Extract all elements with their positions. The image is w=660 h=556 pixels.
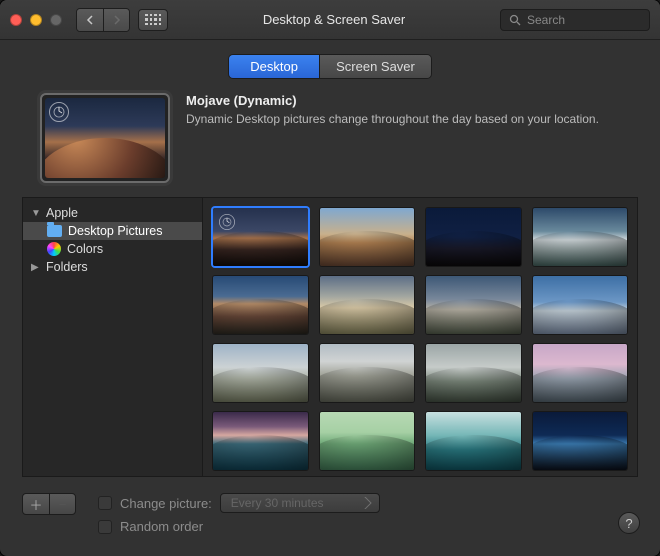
- sidebar-group-label: Folders: [46, 260, 88, 274]
- grid-icon: [145, 14, 161, 26]
- sidebar-group-label: Apple: [46, 206, 78, 220]
- sidebar-item-label: Desktop Pictures: [68, 224, 162, 238]
- wallpaper-thumbnail[interactable]: [426, 208, 521, 266]
- random-order-label: Random order: [120, 519, 203, 534]
- wallpaper-thumbnail[interactable]: [213, 276, 308, 334]
- tab-desktop[interactable]: Desktop: [229, 55, 319, 78]
- sidebar-group[interactable]: ▶ Folders: [23, 258, 202, 276]
- sidebar-item[interactable]: Desktop Pictures: [23, 222, 202, 240]
- preview-text: Mojave (Dynamic) Dynamic Desktop picture…: [186, 93, 599, 183]
- random-order-row: Random order: [98, 519, 638, 534]
- content-split: ▼ Apple Desktop Pictures Colors ▶ Folders: [22, 197, 638, 477]
- thumbnail-grid: [213, 208, 627, 470]
- disclosure-down-icon[interactable]: ▼: [31, 208, 40, 219]
- folder-icon: [47, 225, 62, 237]
- wallpaper-thumbnail[interactable]: [426, 344, 521, 402]
- wallpaper-thumbnail[interactable]: [320, 276, 415, 334]
- window-title: Desktop & Screen Saver: [176, 12, 492, 27]
- wallpaper-thumbnail[interactable]: [320, 208, 415, 266]
- sidebar-item-label: Colors: [67, 242, 103, 256]
- chevron-right-icon: [113, 15, 121, 25]
- current-wallpaper-name: Mojave (Dynamic): [186, 93, 599, 108]
- search-icon: [509, 14, 521, 26]
- change-picture-checkbox[interactable]: [98, 496, 112, 510]
- nav-back-forward: [76, 8, 130, 32]
- titlebar: Desktop & Screen Saver Search: [0, 0, 660, 40]
- change-picture-row: Change picture: Every 30 minutes: [98, 493, 638, 513]
- wallpaper-thumbnail[interactable]: [320, 344, 415, 402]
- preview-image: [45, 98, 165, 178]
- wallpaper-thumbnail[interactable]: [426, 276, 521, 334]
- disclosure-right-icon[interactable]: ▶: [31, 262, 40, 273]
- wallpaper-thumbnail[interactable]: [213, 344, 308, 402]
- thumbnail-pane[interactable]: [203, 198, 637, 476]
- wallpaper-thumbnail[interactable]: [533, 276, 628, 334]
- wallpaper-thumbnail[interactable]: [533, 412, 628, 470]
- random-order-checkbox[interactable]: [98, 520, 112, 534]
- search-placeholder: Search: [527, 13, 565, 27]
- source-sidebar[interactable]: ▼ Apple Desktop Pictures Colors ▶ Folders: [23, 198, 203, 476]
- change-interval-value: Every 30 minutes: [231, 496, 324, 510]
- back-button[interactable]: [77, 9, 103, 31]
- sidebar-item[interactable]: Colors: [23, 240, 202, 258]
- zoom-button[interactable]: [50, 14, 62, 26]
- tab-segmented-control: Desktop Screen Saver: [228, 54, 432, 79]
- tab-screensaver[interactable]: Screen Saver: [319, 55, 431, 78]
- tab-row: Desktop Screen Saver: [0, 40, 660, 89]
- add-source-button[interactable]: ＋: [23, 494, 49, 514]
- wallpaper-thumbnail[interactable]: [533, 344, 628, 402]
- minimize-button[interactable]: [30, 14, 42, 26]
- change-interval-select[interactable]: Every 30 minutes: [220, 493, 380, 513]
- wallpaper-thumbnail[interactable]: [213, 208, 308, 266]
- wallpaper-thumbnail[interactable]: [320, 412, 415, 470]
- show-all-button[interactable]: [138, 9, 168, 31]
- current-wallpaper-description: Dynamic Desktop pictures change througho…: [186, 112, 599, 126]
- forward-button[interactable]: [103, 9, 129, 31]
- search-field[interactable]: Search: [500, 9, 650, 31]
- sidebar-group[interactable]: ▼ Apple: [23, 204, 202, 222]
- current-preview: Mojave (Dynamic) Dynamic Desktop picture…: [0, 89, 660, 197]
- chevron-left-icon: [86, 15, 94, 25]
- wallpaper-thumbnail[interactable]: [426, 412, 521, 470]
- color-wheel-icon: [47, 242, 61, 256]
- preview-thumbnail: [40, 93, 170, 183]
- wallpaper-thumbnail[interactable]: [533, 208, 628, 266]
- preferences-window: Desktop & Screen Saver Search Desktop Sc…: [0, 0, 660, 556]
- help-button[interactable]: ?: [618, 512, 640, 534]
- traffic-lights: [10, 14, 62, 26]
- dynamic-badge-icon: [219, 214, 235, 230]
- close-button[interactable]: [10, 14, 22, 26]
- footer: ＋ − Change picture: Every 30 minutes Ran…: [0, 487, 660, 544]
- add-remove-segment: ＋ −: [22, 493, 76, 515]
- remove-source-button[interactable]: −: [49, 494, 75, 514]
- options-column: Change picture: Every 30 minutes Random …: [90, 493, 638, 534]
- dynamic-badge-icon: [49, 102, 69, 122]
- change-picture-label: Change picture:: [120, 496, 212, 511]
- wallpaper-thumbnail[interactable]: [213, 412, 308, 470]
